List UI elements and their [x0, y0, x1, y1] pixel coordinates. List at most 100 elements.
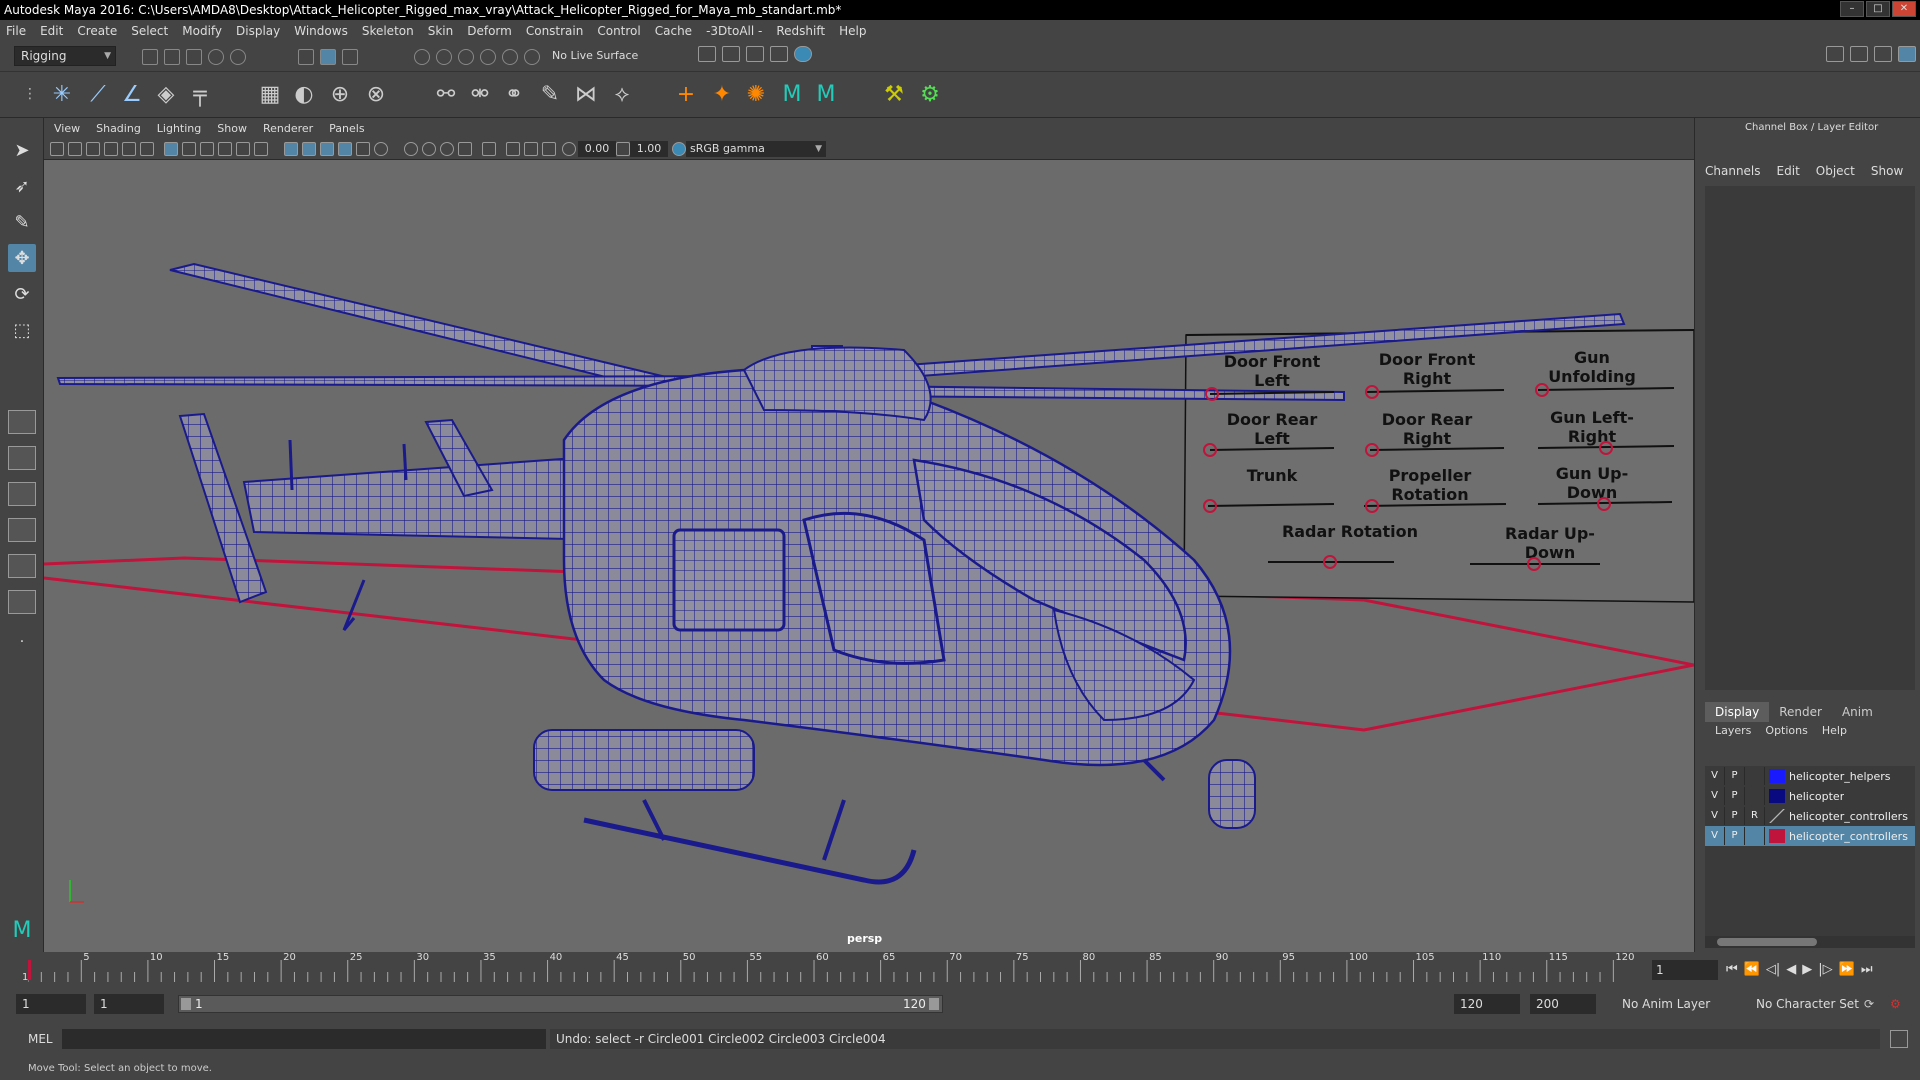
paint-weights-icon[interactable]: ✎: [536, 80, 564, 108]
menu-3dtoall[interactable]: -3DtoAll -: [706, 24, 762, 38]
script-editor-icon[interactable]: [1890, 1030, 1908, 1048]
shadows-icon[interactable]: [404, 142, 418, 156]
menu-select[interactable]: Select: [131, 24, 168, 38]
go-to-start-icon[interactable]: ⏮: [1726, 962, 1738, 977]
channel-box-icon[interactable]: [1898, 46, 1916, 62]
new-scene-icon[interactable]: [142, 49, 158, 65]
persp-outliner-layout-icon[interactable]: [8, 554, 36, 578]
save-scene-icon[interactable]: [186, 49, 202, 65]
menu-constrain[interactable]: Constrain: [526, 24, 584, 38]
bookmarks-icon[interactable]: [86, 142, 100, 156]
cb-menu-object[interactable]: Object: [1816, 164, 1855, 178]
play-backwards-icon[interactable]: ◀: [1786, 962, 1796, 977]
le-menu-options[interactable]: Options: [1765, 724, 1807, 737]
grease-pencil-icon[interactable]: [140, 142, 154, 156]
ik-handle-icon[interactable]: ⟋: [84, 80, 112, 108]
menu-skin[interactable]: Skin: [428, 24, 454, 38]
cb-menu-channels[interactable]: Channels: [1705, 164, 1761, 178]
auto-key-icon[interactable]: ⟳: [1864, 994, 1882, 1014]
menu-cache[interactable]: Cache: [655, 24, 692, 38]
cb-menu-show[interactable]: Show: [1871, 164, 1903, 178]
snap-magnet-icon[interactable]: [524, 49, 540, 65]
color-space-dropdown[interactable]: sRGB gamma ▼: [686, 141, 826, 157]
end-time-field[interactable]: 200: [1530, 994, 1596, 1014]
menu-windows[interactable]: Windows: [294, 24, 348, 38]
close-button[interactable]: ✕: [1892, 1, 1916, 17]
orient-constraint-icon[interactable]: M: [778, 80, 806, 108]
layer-playback-toggle[interactable]: P: [1725, 767, 1745, 785]
maximize-button[interactable]: □: [1866, 1, 1890, 17]
joint-tool-icon[interactable]: ✳: [48, 80, 76, 108]
layer-color-swatch[interactable]: [1769, 769, 1785, 783]
menu-redshift[interactable]: Redshift: [776, 24, 825, 38]
vp-menu-show[interactable]: Show: [217, 122, 247, 135]
layer-playback-toggle[interactable]: P: [1725, 807, 1745, 825]
layer-playback-toggle[interactable]: P: [1725, 827, 1745, 845]
quick-rig-icon[interactable]: ⚙: [916, 80, 944, 108]
two-d-pan-icon[interactable]: [122, 142, 136, 156]
select-object-icon[interactable]: [320, 49, 336, 65]
step-back-key-icon[interactable]: ⏪: [1744, 962, 1760, 977]
interactive-bind-icon[interactable]: ⚭: [500, 80, 528, 108]
range-start-handle[interactable]: [181, 998, 191, 1010]
tool-settings-icon[interactable]: [1874, 46, 1892, 62]
select-component-icon[interactable]: [342, 49, 358, 65]
scene-view[interactable]: Door Front Left Door Front Right Gun Unf…: [43, 160, 1695, 952]
layer-row[interactable]: V P helicopter: [1705, 786, 1915, 806]
four-view-layout-icon[interactable]: [8, 446, 36, 470]
vp-menu-renderer[interactable]: Renderer: [263, 122, 313, 135]
menu-edit[interactable]: Edit: [40, 24, 63, 38]
side-by-side-layout-icon[interactable]: [8, 482, 36, 506]
lights-icon[interactable]: [374, 142, 388, 156]
menu-create[interactable]: Create: [77, 24, 117, 38]
tab-render[interactable]: Render: [1769, 702, 1832, 722]
resolution-gate-icon[interactable]: [200, 142, 214, 156]
textured-icon[interactable]: [356, 142, 370, 156]
tab-display[interactable]: Display: [1705, 702, 1770, 722]
smooth-shade-icon[interactable]: [302, 142, 316, 156]
shelf-menu-icon[interactable]: ⋮: [16, 80, 44, 108]
snap-view-icon[interactable]: [480, 49, 496, 65]
menu-deform[interactable]: Deform: [467, 24, 512, 38]
ambient-occlusion-icon[interactable]: [422, 142, 436, 156]
le-menu-help[interactable]: Help: [1822, 724, 1847, 737]
scale-tool-icon[interactable]: ⬚: [8, 316, 36, 344]
layer-color-swatch[interactable]: [1769, 809, 1785, 823]
skin-weights-icon[interactable]: ⟡: [608, 80, 636, 108]
vp-menu-shading[interactable]: Shading: [96, 122, 141, 135]
vp-menu-lighting[interactable]: Lighting: [157, 122, 201, 135]
preferences-icon[interactable]: ⚙: [1890, 994, 1908, 1014]
menu-skeleton[interactable]: Skeleton: [362, 24, 414, 38]
vp-menu-panels[interactable]: Panels: [329, 122, 364, 135]
camera-select-icon[interactable]: [50, 142, 64, 156]
ik-spline-icon[interactable]: ∠: [118, 80, 146, 108]
command-input[interactable]: [62, 1029, 546, 1049]
aim-constraint-icon[interactable]: ✦: [708, 80, 736, 108]
orient-joint-icon[interactable]: ╤: [186, 80, 214, 108]
gate-mask-icon[interactable]: [218, 142, 232, 156]
layer-visibility-toggle[interactable]: V: [1705, 787, 1725, 805]
gamma-field[interactable]: 1.00: [630, 141, 668, 157]
layer-row[interactable]: V P R helicopter_controllers: [1705, 806, 1915, 826]
bind-skin-icon[interactable]: ⚯: [432, 80, 460, 108]
point-constraint-icon[interactable]: ✺: [742, 80, 770, 108]
tab-anim[interactable]: Anim: [1832, 702, 1883, 722]
sculpt-deformer-icon[interactable]: ⊕: [326, 80, 354, 108]
step-back-frame-icon[interactable]: ◁|: [1766, 962, 1780, 977]
select-tool-icon[interactable]: ➤: [8, 136, 36, 164]
layer-row[interactable]: V P helicopter_helpers: [1705, 766, 1915, 786]
layer-color-swatch[interactable]: [1769, 829, 1785, 843]
layer-color-swatch[interactable]: [1769, 789, 1785, 803]
parent-constraint-icon[interactable]: M: [812, 80, 840, 108]
hypershade-icon[interactable]: [794, 46, 812, 62]
minimize-button[interactable]: –: [1840, 1, 1864, 17]
rotate-tool-icon[interactable]: ⟳: [8, 280, 36, 308]
image-plane-icon[interactable]: [104, 142, 118, 156]
xray-active-icon[interactable]: [524, 142, 538, 156]
anim-layer-dropdown[interactable]: No Anim Layer: [1622, 994, 1742, 1014]
range-end-handle[interactable]: [929, 998, 939, 1010]
current-frame-field[interactable]: 1: [1652, 960, 1718, 980]
move-tool-icon[interactable]: ✥: [8, 244, 36, 272]
menu-control[interactable]: Control: [597, 24, 640, 38]
grid-icon[interactable]: [164, 142, 178, 156]
